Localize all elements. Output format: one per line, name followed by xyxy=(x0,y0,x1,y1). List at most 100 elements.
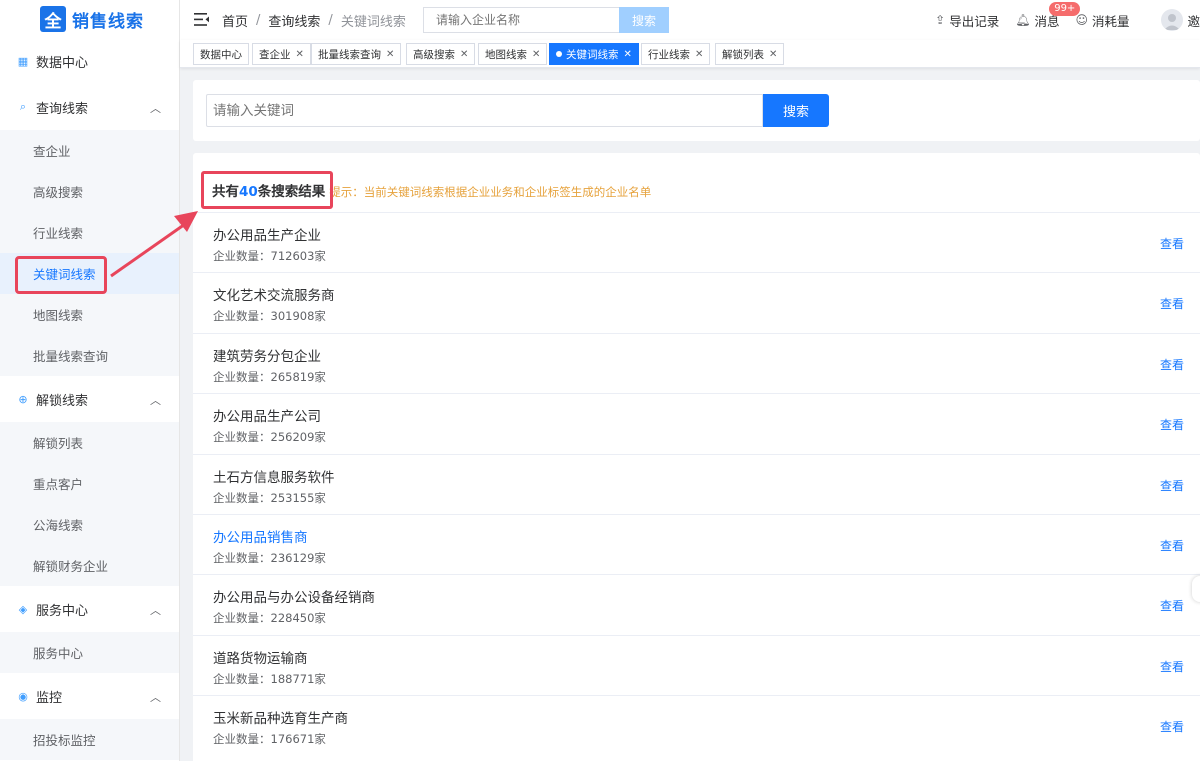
sidebar-group-4[interactable]: ◉ 监控 ︿ xyxy=(0,673,179,719)
sidebar-item[interactable]: 查企业 xyxy=(0,130,179,171)
result-name[interactable]: 办公用品生产公司 xyxy=(213,405,321,425)
keyword-input[interactable] xyxy=(206,94,763,127)
result-count-value: 228450 xyxy=(270,611,315,626)
active-item-highlight xyxy=(15,256,107,294)
list-item[interactable]: 道路货物运输商 企业数量：188771家 查看 xyxy=(193,634,1200,695)
export-records-button[interactable]: ⇪ 导出记录 xyxy=(935,11,999,30)
result-count-unit: 家 xyxy=(314,369,326,384)
sidebar-item[interactable]: 批量线索查询 xyxy=(0,335,179,376)
active-dot-icon xyxy=(556,51,562,57)
list-item[interactable]: 办公用品销售商 企业数量：236129家 查看 xyxy=(193,514,1200,574)
view-link[interactable]: 查看 xyxy=(1160,477,1184,494)
menu-toggle-icon[interactable] xyxy=(194,11,210,30)
sidebar-item[interactable]: 地图线索 xyxy=(0,294,179,335)
result-count-value: 236129 xyxy=(270,551,315,565)
results-card: 共有40条搜索结果 提示：当前关键词线索根据企业业务和企业标签生成的企业名单 办… xyxy=(193,153,1200,761)
result-count: 企业数量：712603家 xyxy=(213,248,326,264)
sidebar-group-1[interactable]: ⌕ 查询线索 ︿ xyxy=(0,84,179,130)
close-icon[interactable]: ✕ xyxy=(769,49,777,60)
close-icon[interactable]: ✕ xyxy=(695,49,703,60)
sidebar-item[interactable]: 公海线索 xyxy=(0,504,179,545)
location-icon: ◉ xyxy=(18,689,28,703)
sidebar-item[interactable]: 解锁列表 xyxy=(0,422,179,463)
sidebar-item[interactable]: 招投标监控 xyxy=(0,719,179,760)
list-item[interactable]: 玉米新品种选育生产商企业数量：176671家 查看 xyxy=(193,695,1200,755)
keyword-search-button[interactable]: 搜索 xyxy=(763,94,829,127)
sidebar-group-2[interactable]: ⊕ 解锁线索 ︿ xyxy=(0,376,179,422)
breadcrumb-home[interactable]: 首页 xyxy=(222,11,248,30)
sidebar-group-label: 查询线索 xyxy=(36,101,89,117)
tab-3[interactable]: 高级搜索 ✕ xyxy=(406,43,476,65)
result-count-label: 企业数量： xyxy=(213,732,271,747)
search-list-icon: ⌕ xyxy=(19,100,27,113)
user-name: 邀 xyxy=(1187,13,1200,29)
sidebar-item[interactable]: 高级搜索 xyxy=(0,171,179,212)
result-count: 企业数量：301908家 xyxy=(213,308,326,324)
tab-7[interactable]: 解锁列表 ✕ xyxy=(715,43,785,65)
result-name[interactable]: 办公用品销售商 xyxy=(213,526,308,546)
sidebar-item[interactable]: 服务中心 xyxy=(0,632,179,673)
list-item[interactable]: 办公用品与办公设备经销商 企业数量：228450家 查看 xyxy=(193,574,1200,634)
close-icon[interactable]: ✕ xyxy=(460,49,468,60)
breadcrumb-query[interactable]: 查询线索 xyxy=(268,11,320,30)
view-link[interactable]: 查看 xyxy=(1160,718,1184,735)
sidebar-item[interactable]: 行业线索 xyxy=(0,212,179,253)
tab-4[interactable]: 地图线索 ✕ xyxy=(478,43,548,65)
sidebar-item[interactable]: 解锁财务企业 xyxy=(0,545,179,586)
close-icon[interactable]: ✕ xyxy=(386,49,394,60)
view-link[interactable]: 查看 xyxy=(1160,537,1184,554)
tab-5[interactable]: 关键词线索 ✕ xyxy=(549,43,639,65)
result-count-unit: 家 xyxy=(314,671,326,686)
result-name[interactable]: 文化艺术交流服务商 xyxy=(213,284,335,304)
results-hint: 提示：当前关键词线索根据企业业务和企业标签生成的企业名单 xyxy=(329,185,652,199)
sidebar-submenu: 查企业 高级搜索 行业线索 关键词线索 地图线索 批量线索查询 xyxy=(0,130,179,376)
result-name[interactable]: 土石方信息服务软件 xyxy=(213,466,335,486)
list-item[interactable]: 文化艺术交流服务商企业数量：301908家 查看 xyxy=(193,272,1200,332)
sidebar-group-0[interactable]: ▦ 数据中心 xyxy=(0,38,179,84)
view-link[interactable]: 查看 xyxy=(1160,416,1184,433)
close-icon[interactable]: ✕ xyxy=(296,49,304,60)
list-item[interactable]: 建筑劳务分包企业 企业数量：265819家 查看 xyxy=(193,332,1200,393)
result-name[interactable]: 建筑劳务分包企业 xyxy=(213,345,321,365)
tab-label: 批量线索查询 xyxy=(318,48,381,61)
tab-label: 地图线索 xyxy=(485,48,527,61)
sidebar-item[interactable]: 重点客户 xyxy=(0,463,179,504)
messages-button[interactable]: 🔔︎ 消息 99+ xyxy=(1015,1,1081,30)
list-item[interactable]: 办公用品生产公司 企业数量：256209家 查看 xyxy=(193,393,1200,453)
result-count: 企业数量：176671家 xyxy=(213,731,326,747)
user-menu[interactable]: 邀 xyxy=(1145,9,1200,31)
consumption-button[interactable]: ☺ 消耗量 xyxy=(1075,11,1129,30)
chevron-up-icon: ︿ xyxy=(150,604,161,617)
side-float-button[interactable] xyxy=(1192,576,1200,602)
close-icon[interactable]: ✕ xyxy=(624,49,632,60)
logo-mark: 全 xyxy=(40,6,66,32)
view-link[interactable]: 查看 xyxy=(1160,658,1184,675)
tab-0[interactable]: 数据中心 xyxy=(193,43,249,65)
result-name[interactable]: 办公用品与办公设备经销商 xyxy=(213,586,375,606)
view-link[interactable]: 查看 xyxy=(1160,597,1184,614)
keyword-search-card: 搜索 xyxy=(193,80,1200,141)
sidebar: 全 销售线索 ▦ 数据中心 ⌕ 查询线索 ︿ 查企业 高级搜索 行业线索 关键词线索 地图线索 批量… xyxy=(0,0,180,761)
close-icon[interactable]: ✕ xyxy=(532,49,540,60)
result-name[interactable]: 道路货物运输商 xyxy=(213,647,308,667)
result-count-unit: 家 xyxy=(314,551,326,565)
list-item[interactable]: 土石方信息服务软件 企业数量：253155家 查看 xyxy=(193,453,1200,514)
tab-1[interactable]: 查企业 ✕ xyxy=(252,43,311,65)
sidebar-group-3[interactable]: ◈ 服务中心 ︿ xyxy=(0,586,179,632)
view-link[interactable]: 查看 xyxy=(1160,235,1184,252)
tab-label: 解锁列表 xyxy=(722,48,764,61)
sidebar-submenu: 招投标监控 xyxy=(0,719,179,760)
result-name[interactable]: 办公用品生产企业 xyxy=(213,224,321,244)
view-link[interactable]: 查看 xyxy=(1160,295,1184,312)
tab-6[interactable]: 行业线索 ✕ xyxy=(641,43,711,65)
list-item[interactable]: 办公用品生产企业企业数量：712603家 查看 xyxy=(193,212,1200,272)
result-count-value: 176671 xyxy=(270,732,315,747)
app-logo[interactable]: 全 销售线索 xyxy=(0,0,179,38)
tab-2[interactable]: 批量线索查询 ✕ xyxy=(311,43,402,65)
result-count-value: 265819 xyxy=(270,369,315,384)
view-link[interactable]: 查看 xyxy=(1160,356,1184,373)
company-search-button[interactable]: 搜索 xyxy=(619,7,669,33)
company-search-input[interactable] xyxy=(423,7,619,33)
result-name[interactable]: 玉米新品种选育生产商 xyxy=(213,707,348,727)
tab-label: 关键词线索 xyxy=(566,48,619,61)
